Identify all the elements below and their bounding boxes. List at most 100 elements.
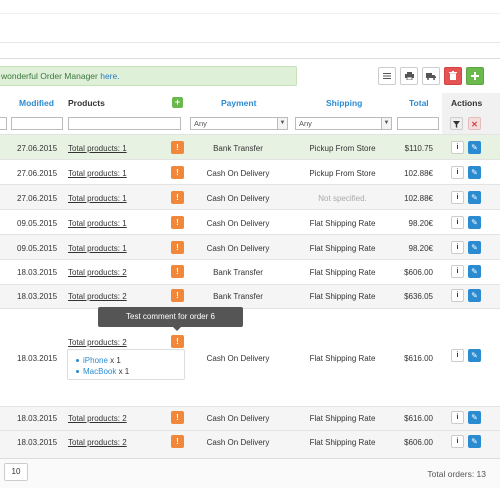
- top-bar: [0, 0, 500, 42]
- shipping-filter-value: Any: [299, 119, 312, 128]
- row-date: 27.06.2015: [17, 169, 58, 178]
- row-shipping: Flat Shipping Rate: [309, 414, 376, 423]
- edit-button[interactable]: ✎: [468, 141, 481, 154]
- edit-button[interactable]: ✎: [468, 349, 481, 362]
- row-products-link[interactable]: Total products: 2: [68, 438, 127, 448]
- edit-button[interactable]: ✎: [468, 265, 481, 278]
- column-payment[interactable]: Payment: [221, 93, 256, 113]
- list-item: iPhone x 1: [76, 356, 121, 366]
- info-button[interactable]: i: [451, 265, 464, 278]
- info-button[interactable]: i: [451, 191, 464, 204]
- comment-warning-icon[interactable]: !: [171, 435, 184, 448]
- id-filter-input[interactable]: [0, 117, 7, 130]
- table-row[interactable]: 18.03.2015 Total products: 2 ! Bank Tran…: [0, 259, 500, 284]
- pencil-icon: ✎: [471, 243, 478, 252]
- comment-warning-icon[interactable]: !: [171, 141, 184, 154]
- comment-warning-icon[interactable]: !: [171, 289, 184, 302]
- edit-button[interactable]: ✎: [468, 216, 481, 229]
- payment-filter-value: Any: [194, 119, 207, 128]
- row-total: 98.20€: [408, 219, 433, 228]
- alert-link[interactable]: here.: [100, 71, 119, 81]
- comment-warning-icon[interactable]: !: [171, 411, 184, 424]
- list-view-button[interactable]: [378, 67, 396, 85]
- comment-warning-icon[interactable]: !: [171, 216, 184, 229]
- info-button[interactable]: i: [451, 241, 464, 254]
- print-button[interactable]: [400, 67, 418, 85]
- products-filter-input[interactable]: [68, 117, 181, 130]
- modified-filter-input[interactable]: [11, 117, 63, 130]
- product-link[interactable]: MacBook: [83, 367, 116, 376]
- table-footer: [0, 458, 500, 488]
- row-date: 18.03.2015: [17, 414, 58, 423]
- row-payment: Cash On Delivery: [206, 354, 270, 363]
- payment-filter-select[interactable]: Any ▼: [190, 117, 288, 130]
- expand-all-button[interactable]: +: [172, 97, 183, 108]
- column-products: Products: [68, 98, 105, 108]
- row-products-link[interactable]: Total products: 1: [68, 144, 127, 154]
- pencil-icon: ✎: [471, 291, 478, 300]
- row-payment: Bank Transfer: [213, 144, 263, 153]
- clear-filter-button[interactable]: ✕: [468, 117, 481, 130]
- info-button[interactable]: i: [451, 216, 464, 229]
- table-row[interactable]: 27.06.2015 Total products: 1 ! Cash On D…: [0, 159, 500, 184]
- table-row[interactable]: 18.03.2015 Total products: 2 ! Bank Tran…: [0, 284, 500, 308]
- row-products-link[interactable]: Total products: 2: [68, 292, 127, 302]
- info-button[interactable]: i: [451, 411, 464, 424]
- row-payment: Cash On Delivery: [206, 219, 270, 228]
- comment-warning-icon[interactable]: !: [171, 241, 184, 254]
- table-row[interactable]: 27.06.2015 Total products: 1 ! Bank Tran…: [0, 134, 500, 159]
- comment-warning-icon[interactable]: !: [171, 166, 184, 179]
- bullet-icon: [76, 370, 79, 374]
- shipping-filter-select[interactable]: Any ▼: [295, 117, 392, 130]
- row-products-link[interactable]: Total products: 1: [68, 219, 127, 229]
- row-products-link[interactable]: Total products: 1: [68, 244, 127, 254]
- table-row[interactable]: 18.03.2015 Total products: 2 ! Cash On D…: [0, 406, 500, 430]
- row-products-link[interactable]: Total products: 2: [68, 268, 127, 278]
- edit-button[interactable]: ✎: [468, 435, 481, 448]
- column-modified[interactable]: Modified: [19, 93, 54, 113]
- row-total: $616.00: [404, 414, 433, 423]
- list-item: MacBook x 1: [76, 367, 129, 377]
- edit-button[interactable]: ✎: [468, 191, 481, 204]
- row-shipping: Not specified.: [318, 194, 367, 203]
- info-button[interactable]: i: [451, 349, 464, 362]
- add-order-button[interactable]: [466, 67, 484, 85]
- shipping-button[interactable]: [422, 67, 440, 85]
- pencil-icon: ✎: [471, 168, 478, 177]
- edit-button[interactable]: ✎: [468, 289, 481, 302]
- row-products-link[interactable]: Total products: 2: [68, 414, 127, 424]
- row-payment: Bank Transfer: [213, 292, 263, 301]
- table-row[interactable]: 27.06.2015 Total products: 1 ! Cash On D…: [0, 184, 500, 209]
- pencil-icon: ✎: [471, 351, 478, 360]
- row-total: 102.88€: [404, 194, 433, 203]
- row-shipping: Flat Shipping Rate: [309, 354, 376, 363]
- page-size-select[interactable]: 10: [4, 463, 28, 481]
- column-total[interactable]: Total: [409, 93, 429, 113]
- row-total: $110.75: [404, 144, 433, 153]
- close-icon: ✕: [471, 120, 478, 129]
- info-button[interactable]: i: [451, 289, 464, 302]
- table-row[interactable]: 09.05.2015 Total products: 1 ! Cash On D…: [0, 234, 500, 259]
- filter-button[interactable]: [450, 117, 463, 130]
- edit-button[interactable]: ✎: [468, 241, 481, 254]
- info-button[interactable]: i: [451, 435, 464, 448]
- edit-button[interactable]: ✎: [468, 166, 481, 179]
- row-products-link[interactable]: Total products: 1: [68, 194, 127, 204]
- table-row[interactable]: 09.05.2015 Total products: 1 ! Cash On D…: [0, 209, 500, 234]
- table-row[interactable]: 18.03.2015 Total products: 2 ! Cash On D…: [0, 430, 500, 458]
- row-products-link[interactable]: Total products: 2: [68, 338, 127, 348]
- edit-button[interactable]: ✎: [468, 411, 481, 424]
- delete-button[interactable]: [444, 67, 462, 85]
- total-filter-input[interactable]: [397, 117, 439, 130]
- row-total: $606.00: [404, 268, 433, 277]
- info-button[interactable]: i: [451, 141, 464, 154]
- row-products-link[interactable]: Total products: 1: [68, 169, 127, 179]
- column-shipping[interactable]: Shipping: [326, 93, 362, 113]
- comment-warning-icon[interactable]: !: [171, 191, 184, 204]
- info-button[interactable]: i: [451, 166, 464, 179]
- comment-warning-icon[interactable]: !: [171, 335, 184, 348]
- row-shipping: Flat Shipping Rate: [309, 438, 376, 447]
- product-list-popup: iPhone x 1 MacBook x 1: [67, 349, 185, 380]
- comment-warning-icon[interactable]: !: [171, 265, 184, 278]
- product-link[interactable]: iPhone: [83, 356, 108, 365]
